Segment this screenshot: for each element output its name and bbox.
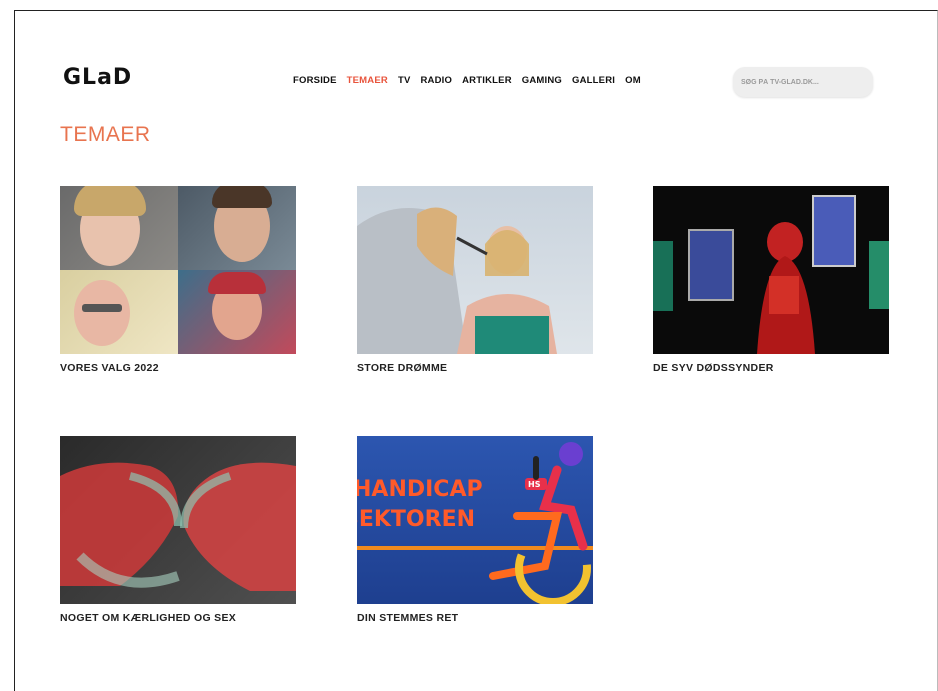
theme-card-kaerlighed-sex[interactable]: NOGET OM KÆRLIGHED OG SEX xyxy=(60,436,296,624)
makeup-scene-image xyxy=(357,207,557,354)
image-text-line-1: HANDICAP xyxy=(357,477,483,502)
image-text-line-2: SEKTOREN xyxy=(357,507,475,532)
theme-card-syv-doedssynder[interactable]: DE SYV DØDSSYNDER xyxy=(653,186,889,374)
hs-badge: HS xyxy=(528,480,541,489)
nav-radio[interactable]: RADIO xyxy=(421,75,453,86)
theme-thumbnail xyxy=(60,186,296,354)
nav-om[interactable]: OM xyxy=(625,75,641,86)
theme-card-label[interactable]: VORES VALG 2022 xyxy=(60,362,296,374)
heart-hands-image xyxy=(60,462,296,591)
theme-card-store-droemme[interactable]: STORE DRØMME xyxy=(357,186,593,374)
theme-card-vores-valg[interactable]: VORES VALG 2022 xyxy=(60,186,296,374)
theme-card-label[interactable]: DE SYV DØDSSYNDER xyxy=(653,362,889,374)
search-input[interactable] xyxy=(733,67,873,97)
nav-artikler[interactable]: ARTIKLER xyxy=(462,75,512,86)
dark-room-screens-image xyxy=(653,195,889,354)
nav-temaer[interactable]: TEMAER xyxy=(347,75,388,86)
theme-card-din-stemmes-ret[interactable]: HANDICAP SEKTOREN HS DIN STEMMES RET xyxy=(357,436,593,624)
glad-logo[interactable]: GLaD xyxy=(63,65,132,90)
handicap-sektoren-image: HANDICAP SEKTOREN HS xyxy=(357,442,593,604)
nav-tv[interactable]: TV xyxy=(398,75,411,86)
theme-card-label[interactable]: STORE DRØMME xyxy=(357,362,593,374)
theme-thumbnail xyxy=(60,436,296,604)
theme-card-label[interactable]: DIN STEMMES RET xyxy=(357,612,593,624)
theme-thumbnail xyxy=(653,186,889,354)
theme-card-label[interactable]: NOGET OM KÆRLIGHED OG SEX xyxy=(60,612,296,624)
browser-frame: GLaD FORSIDE TEMAER TV RADIO ARTIKLER GA… xyxy=(14,10,938,691)
theme-thumbnail xyxy=(357,186,593,354)
page-title: TEMAER xyxy=(60,123,151,146)
nav-galleri[interactable]: GALLERI xyxy=(572,75,615,86)
main-nav: FORSIDE TEMAER TV RADIO ARTIKLER GAMING … xyxy=(293,75,641,86)
nav-forside[interactable]: FORSIDE xyxy=(293,75,337,86)
theme-thumbnail: HANDICAP SEKTOREN HS xyxy=(357,436,593,604)
nav-gaming[interactable]: GAMING xyxy=(522,75,562,86)
